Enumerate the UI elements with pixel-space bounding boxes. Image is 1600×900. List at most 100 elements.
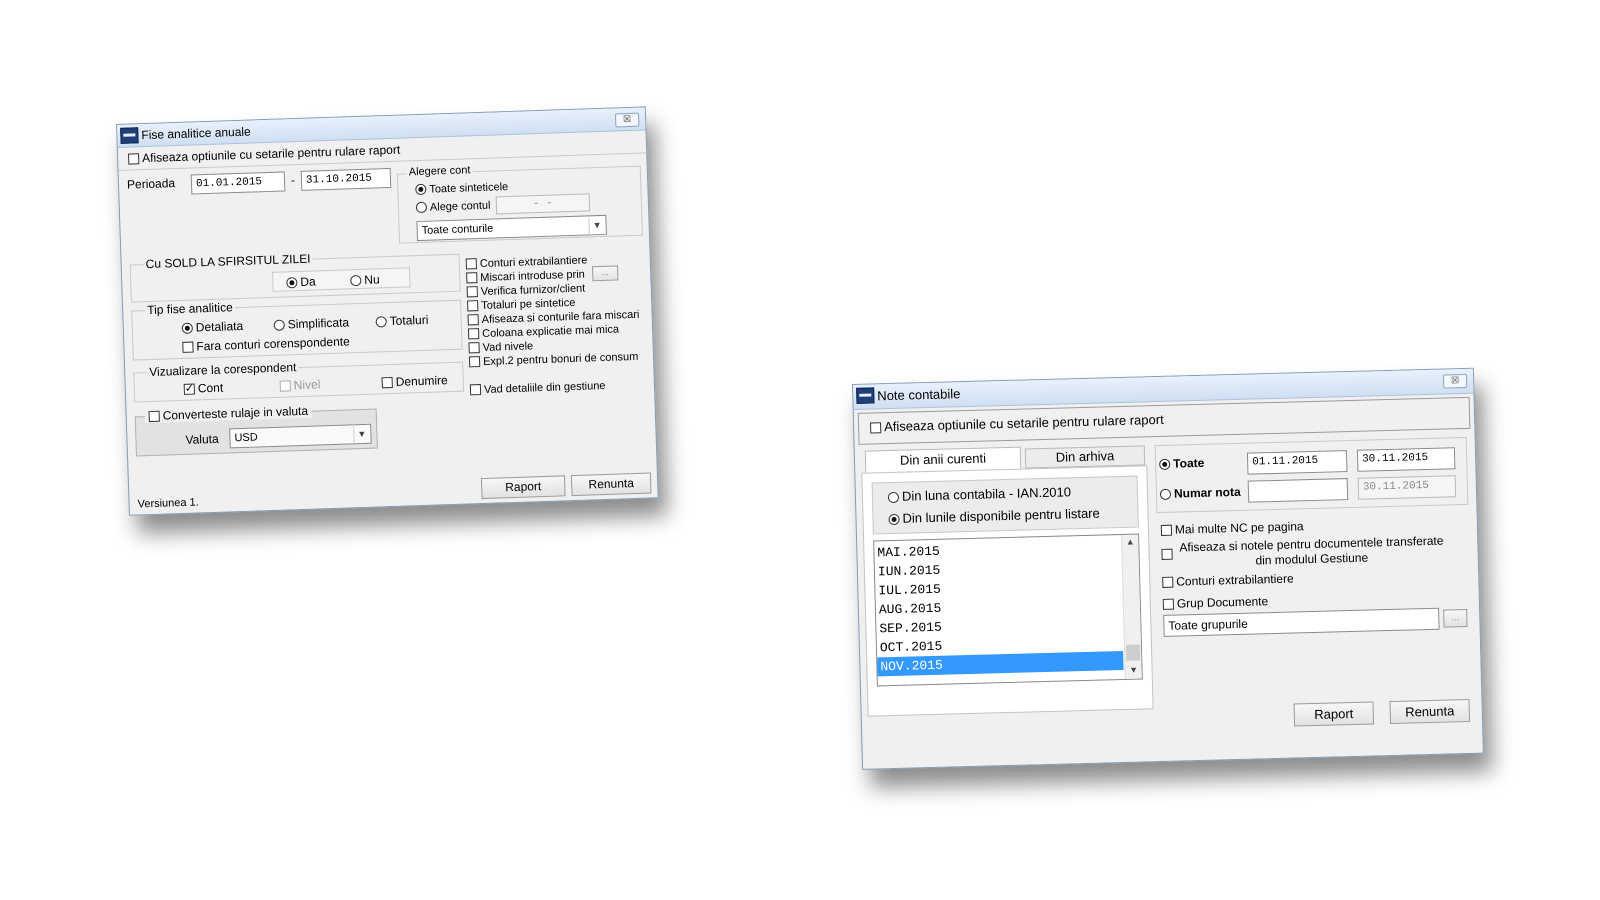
checkbox-box[interactable]	[381, 376, 393, 389]
app-icon	[120, 127, 139, 144]
checkbox-box[interactable]	[466, 272, 478, 284]
radio-dot[interactable]	[888, 513, 900, 526]
option-see-levels[interactable]: Vad nivele	[468, 340, 533, 354]
option-gestiune-details[interactable]: Vad detaliile din gestiune	[469, 379, 606, 396]
view-account-checkbox[interactable]: Cont	[183, 381, 223, 396]
type-group-label: Tip fise analitice	[144, 300, 235, 318]
checkbox-label: Mai multe NC pe pagina	[1174, 519, 1304, 537]
checkbox-box[interactable]	[469, 384, 482, 396]
checkbox-box[interactable]	[182, 341, 194, 353]
checkbox-box[interactable]	[1160, 524, 1173, 536]
account-input[interactable]: - -	[495, 193, 591, 215]
checkbox-box[interactable]	[148, 410, 160, 423]
checkbox-box[interactable]	[465, 258, 478, 270]
note-number-radio[interactable]: Numar nota	[1159, 484, 1241, 501]
checkbox-label: Grup Documente	[1176, 594, 1269, 611]
movements-browse-button[interactable]: ...	[591, 265, 619, 282]
close-button[interactable]: ☒	[1442, 373, 1468, 389]
all-from-input[interactable]: 01.11.2015	[1246, 450, 1348, 475]
detailed-radio[interactable]: Detaliata	[181, 318, 244, 335]
radio-dot[interactable]	[887, 491, 900, 504]
radio-dot[interactable]	[1159, 488, 1172, 500]
checkbox-label: Conturi extrabilantiere	[479, 254, 588, 271]
doc-group-checkbox[interactable]: Grup Documente	[1162, 594, 1269, 611]
note-number-to-input[interactable]: 30.11.2015	[1357, 475, 1457, 500]
checkbox-label: Expl.2 pentru bonuri de consum	[482, 350, 639, 368]
multiple-nc-checkbox[interactable]: Mai multe NC pe pagina	[1160, 519, 1304, 537]
list-scrollbar[interactable]: ▲ ▼	[1121, 534, 1142, 679]
doc-groups-browse-button[interactable]: ...	[1443, 608, 1468, 628]
option-totals-synthetic[interactable]: Totaluri pe sintetice	[467, 297, 576, 313]
off-balance-checkbox[interactable]: Conturi extrabilantiere	[1162, 572, 1294, 589]
radio-dot[interactable]	[181, 322, 193, 334]
window-title: Fise analitice anuale	[141, 124, 251, 143]
radio-label: Numar nota	[1173, 484, 1241, 501]
cancel-button[interactable]: Renunta	[1389, 698, 1471, 725]
checkbox-box[interactable]	[468, 342, 480, 354]
chevron-down-icon[interactable]: ▼	[588, 216, 605, 234]
chevron-up-icon[interactable]: ▲	[1122, 535, 1138, 551]
radio-dot[interactable]	[415, 201, 428, 214]
checkbox-box[interactable]	[466, 286, 478, 298]
radio-label: Da	[300, 274, 316, 289]
checkbox-label: Vad detaliile din gestiune	[483, 379, 606, 396]
option-smaller-column[interactable]: Coloana explicatie mai mica	[467, 323, 620, 340]
date-from-input[interactable]: 01.01.2015	[190, 171, 286, 195]
sold-no-radio[interactable]: Nu	[350, 272, 380, 287]
radio-label: Nu	[364, 272, 380, 287]
radio-label: Toate	[1173, 455, 1205, 471]
radio-dot[interactable]	[286, 277, 298, 289]
date-separator: -	[290, 173, 296, 188]
view-level-checkbox[interactable]: Nivel	[279, 377, 321, 392]
checkbox-box[interactable]	[1162, 598, 1175, 610]
radio-label: Detaliata	[195, 318, 244, 335]
chevron-down-icon[interactable]: ▼	[1125, 663, 1141, 679]
all-to-input[interactable]: 30.11.2015	[1356, 447, 1456, 472]
show-transferred-notes-checkbox[interactable]	[1161, 547, 1175, 561]
radio-dot[interactable]	[375, 316, 387, 328]
checkbox-box[interactable]	[279, 380, 291, 392]
chevron-down-icon[interactable]: ▼	[353, 425, 370, 443]
report-button[interactable]: Raport	[1293, 701, 1375, 727]
tab-label: Din arhiva	[1055, 448, 1115, 465]
checkbox-label: Conturi extrabilantiere	[1176, 571, 1294, 589]
checkbox-box[interactable]	[467, 314, 479, 326]
option-movements-via[interactable]: Miscari introduse prin	[466, 269, 585, 285]
report-button[interactable]: Raport	[480, 475, 566, 500]
sold-yes-radio[interactable]: Da	[286, 274, 316, 289]
totals-radio[interactable]: Totaluri	[375, 313, 429, 329]
radio-dot[interactable]	[415, 183, 427, 196]
checkbox-box[interactable]	[127, 153, 140, 165]
checkbox-box[interactable]	[468, 356, 481, 368]
view-name-checkbox[interactable]: Denumire	[381, 373, 448, 389]
months-list[interactable]: MAI.2015 IUN.2015 IUL.2015 AUG.2015 SEP.…	[873, 533, 1143, 687]
choose-account-radio[interactable]: Alege contul	[415, 200, 491, 214]
checkbox-box[interactable]	[183, 383, 196, 395]
title-bar: Fise analitice anuale ☒	[117, 107, 646, 148]
checkbox-box[interactable]	[1162, 576, 1174, 588]
checkbox-box[interactable]	[870, 422, 882, 434]
radio-dot[interactable]	[1159, 458, 1171, 470]
checkbox-label: Coloana explicatie mai mica	[481, 323, 620, 340]
show-transferred-notes-label: Afiseaza si notele pentru documentele tr…	[1179, 534, 1444, 571]
dropdown-value: USD	[234, 431, 258, 445]
close-button[interactable]: ☒	[614, 112, 640, 128]
simplified-radio[interactable]: Simplificata	[273, 315, 349, 331]
scroll-thumb[interactable]	[1125, 644, 1141, 661]
dropdown-value: Toate conturile	[421, 222, 494, 237]
checkbox-label: Miscari introduse prin	[480, 268, 585, 285]
note-number-from-input[interactable]	[1247, 478, 1349, 503]
doc-groups-input[interactable]: Toate grupurile	[1163, 607, 1440, 637]
radio-dot[interactable]	[273, 319, 285, 331]
checkbox-box[interactable]	[467, 328, 480, 340]
all-radio[interactable]: Toate	[1159, 456, 1204, 471]
option-verify-supplier[interactable]: Verifica furnizor/client	[466, 282, 586, 299]
radio-dot[interactable]	[350, 274, 362, 287]
checkbox-box[interactable]	[467, 300, 479, 312]
fise-analitice-window: Fise analitice anuale ☒ Afiseaza optiuni…	[116, 106, 659, 516]
checkbox-box[interactable]	[1161, 548, 1173, 560]
checkbox-label: Verifica furnizor/client	[480, 282, 586, 298]
cancel-button[interactable]: Renunta	[570, 472, 652, 497]
window-title: Note contabile	[877, 386, 961, 404]
date-to-input[interactable]: 31.10.2015	[300, 167, 392, 191]
